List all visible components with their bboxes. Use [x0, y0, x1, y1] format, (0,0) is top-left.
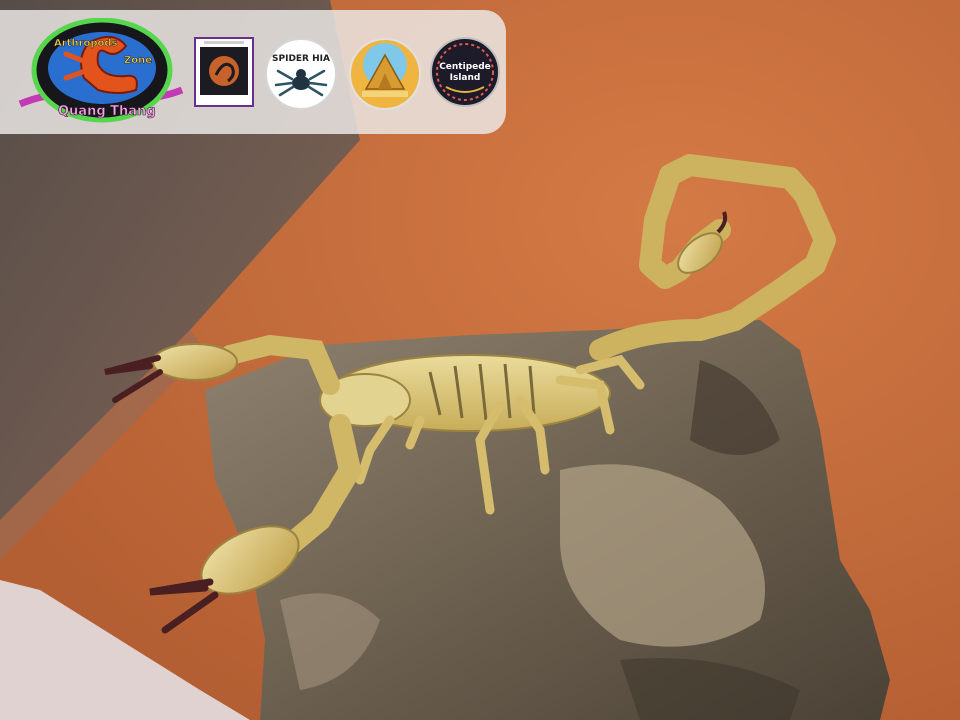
centipede-island-logo: Centipede Island	[430, 37, 500, 107]
main-logo-line3: Quang Thang	[58, 104, 156, 119]
main-logo-line2: Zone	[124, 55, 152, 66]
arthropods-zone-logo: Arthropods Zone Quang Thang	[18, 18, 184, 123]
photo-stage: Arthropods Zone Quang Thang SPIDER HIA C…	[0, 0, 960, 720]
logo-bar: Arthropods Zone Quang Thang SPIDER HIA C…	[0, 10, 506, 134]
centipede-line2: Island	[450, 73, 481, 83]
spider-hia-logo: SPIDER HIA	[265, 38, 337, 110]
pyramid-logo	[349, 38, 421, 110]
main-logo-line1: Arthropods	[54, 38, 118, 49]
spider-hia-text: SPIDER HIA	[272, 54, 330, 64]
centipede-line1: Centipede	[439, 62, 491, 72]
square-scorpion-logo	[194, 37, 254, 107]
